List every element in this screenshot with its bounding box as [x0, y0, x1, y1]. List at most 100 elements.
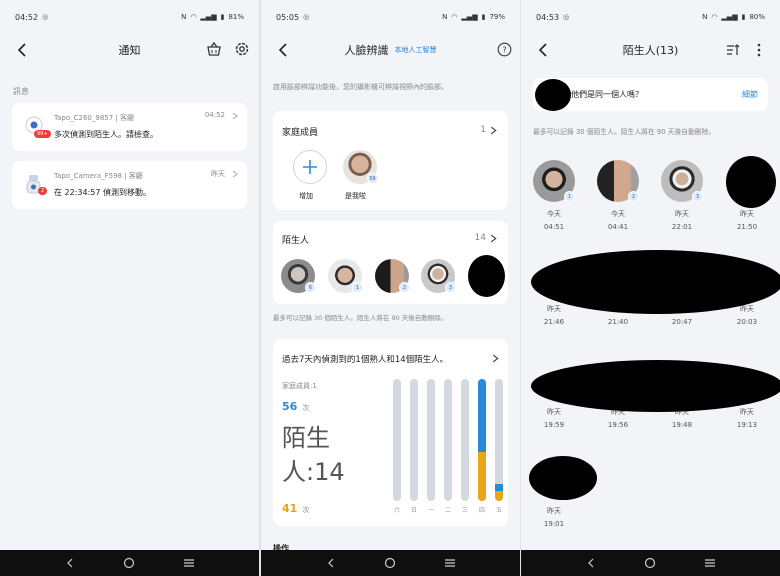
notification-message: 多次偵測到陌生人。請檢查。 — [54, 130, 158, 139]
family-member-avatar[interactable]: 56 — [343, 150, 378, 184]
section-label: 訊息 — [13, 87, 29, 96]
stranger-face-time: 19:13 — [736, 421, 758, 429]
nav-home-button[interactable] — [122, 556, 136, 570]
details-link[interactable]: 細節 — [742, 89, 758, 100]
redaction-mark — [726, 156, 776, 208]
stranger-avatar[interactable]: 6 — [281, 259, 316, 293]
notification-icon: ◎ — [42, 13, 49, 21]
stranger-face-item[interactable]: 2 今天 04:41 — [597, 160, 641, 240]
sort-icon — [727, 44, 740, 55]
strangers-label: 陌生人 — [282, 236, 310, 246]
more-menu-button[interactable] — [757, 42, 769, 58]
system-nav-bar — [0, 550, 259, 576]
system-nav-bar — [521, 550, 780, 576]
nav-recents-button[interactable] — [443, 556, 457, 570]
more-vertical-icon — [757, 43, 761, 57]
detection-count-badge: 56 — [367, 173, 378, 184]
strangers-card[interactable]: 陌生人 14 6 1 2 3 — [273, 221, 508, 304]
chevron-right-icon — [490, 234, 497, 243]
stranger-avatar[interactable]: 2 — [375, 259, 410, 293]
family-members-card[interactable]: 家庭成員 1 增加 56 是我啦 — [273, 111, 508, 210]
camera-device-icon: 99+ — [22, 113, 51, 141]
chevron-right-icon — [232, 112, 238, 120]
phone-notifications: 04:52 ◎ N ◠ ▂▄▆ ▮ 81% 通知 訊息 99+ Tapo_C26… — [0, 0, 259, 576]
stranger-face-time: 21:46 — [543, 318, 565, 326]
back-button[interactable] — [533, 40, 553, 60]
chevron-right-icon — [492, 354, 499, 363]
nav-back-button[interactable] — [324, 556, 338, 570]
basket-button[interactable] — [206, 41, 224, 59]
day-bar-track — [461, 379, 469, 501]
status-time: 05:05 — [276, 12, 300, 22]
stranger-face-time: 21:50 — [736, 223, 758, 231]
stranger-face-day: 昨天 — [547, 408, 561, 416]
stranger-face-time: 22:01 — [671, 223, 693, 231]
stranger-face-item[interactable]: 1 今天 04:51 — [533, 160, 577, 240]
stranger-label-line1: 陌生 — [282, 424, 330, 452]
signal-icon: ▂▄▆ — [721, 13, 738, 21]
chevron-right-icon — [232, 170, 238, 178]
stranger-stat-value: 41 次 — [282, 497, 309, 516]
stranger-face-day: 昨天 — [675, 210, 689, 218]
settings-button[interactable] — [234, 41, 252, 59]
same-person-prompt[interactable]: 他們是同一個人嗎？ 細節 — [533, 78, 768, 111]
family-count: 1 — [480, 125, 486, 135]
nav-home-button[interactable] — [643, 556, 657, 570]
page-title: 人臉辨識 — [344, 44, 389, 57]
stranger-avatar[interactable]: 1 — [328, 259, 363, 293]
gear-icon — [235, 42, 249, 56]
family-bar-segment — [478, 379, 486, 453]
plus-icon — [303, 160, 317, 174]
wifi-icon: ◠ — [451, 13, 458, 21]
help-button[interactable]: ? — [497, 42, 513, 58]
notification-item[interactable]: 99+ Tapo_C260_9857 | 客廳 多次偵測到陌生人。請檢查。 04… — [12, 103, 247, 151]
unread-badge: 99+ — [34, 130, 51, 138]
detection-count-badge: 2 — [399, 282, 410, 293]
nav-back-button[interactable] — [63, 556, 77, 570]
stranger-face-day: 昨天 — [740, 408, 754, 416]
notification-item[interactable]: 2 Tapo_Camera_F598 | 客廳 在 22:34:57 偵測到移動… — [12, 161, 247, 209]
stranger-face-time: 19:56 — [607, 421, 629, 429]
stranger-face-time: 20:03 — [736, 318, 758, 326]
nav-back-icon — [327, 558, 334, 568]
day-label: 二 — [444, 507, 451, 514]
day-bar-track — [410, 379, 418, 501]
signal-icon: ▂▄▆ — [461, 13, 478, 21]
redacted-avatar — [535, 79, 571, 111]
header: 通知 — [0, 34, 259, 66]
add-member-label: 增加 — [299, 192, 313, 200]
back-button[interactable] — [12, 40, 32, 60]
stranger-avatar[interactable]: 3 — [421, 259, 456, 293]
nav-home-button[interactable] — [383, 556, 397, 570]
help-icon: ? — [497, 42, 512, 57]
nav-home-icon — [645, 557, 656, 569]
phone-face-recognition: 05:05 ◎ N ◠ ▂▄▆ ▮ 79% 人臉辨識 本地人工智慧 ? 啟用臉部… — [261, 0, 520, 576]
stranger-face-item[interactable]: 3 昨天 22:01 — [661, 160, 705, 240]
back-button[interactable] — [273, 40, 293, 60]
header: 陌生人(13) — [521, 34, 780, 66]
stranger-face-day: 今天 — [547, 210, 561, 218]
add-member-button[interactable] — [293, 150, 327, 184]
nav-recents-button[interactable] — [703, 556, 717, 570]
detection-count-badge: 6 — [305, 282, 316, 293]
nav-back-icon — [587, 558, 594, 568]
stranger-face-day: 今天 — [611, 210, 625, 218]
notification-device: Tapo_C260_9857 | 客廳 — [54, 114, 135, 122]
status-bar: 04:52 ◎ N ◠ ▂▄▆ ▮ 81% — [0, 0, 259, 34]
weekly-stats-card[interactable]: 過去7天內偵測到的1個熟人和14個陌生人。 家庭成員:1 56 次 陌生 人:1… — [273, 339, 508, 526]
nav-back-button[interactable] — [584, 556, 598, 570]
back-arrow-icon — [538, 43, 547, 57]
nav-recents-button[interactable] — [182, 556, 196, 570]
system-nav-bar — [261, 550, 520, 576]
nav-home-icon — [124, 557, 135, 569]
chevron-right-icon — [490, 126, 497, 135]
record-note: 最多可以記錄 30 個陌生人。陌生人將在 90 天後自動刪除。 — [273, 314, 448, 322]
stranger-index-badge: 3 — [692, 191, 703, 202]
local-ai-badge: 本地人工智慧 — [394, 46, 437, 54]
nav-recents-icon — [705, 559, 716, 567]
nfc-icon: N — [702, 13, 708, 21]
nfc-icon: N — [442, 13, 448, 21]
notification-icon: ◎ — [303, 13, 310, 21]
day-bar-track — [478, 379, 486, 501]
sort-button[interactable] — [726, 42, 742, 58]
